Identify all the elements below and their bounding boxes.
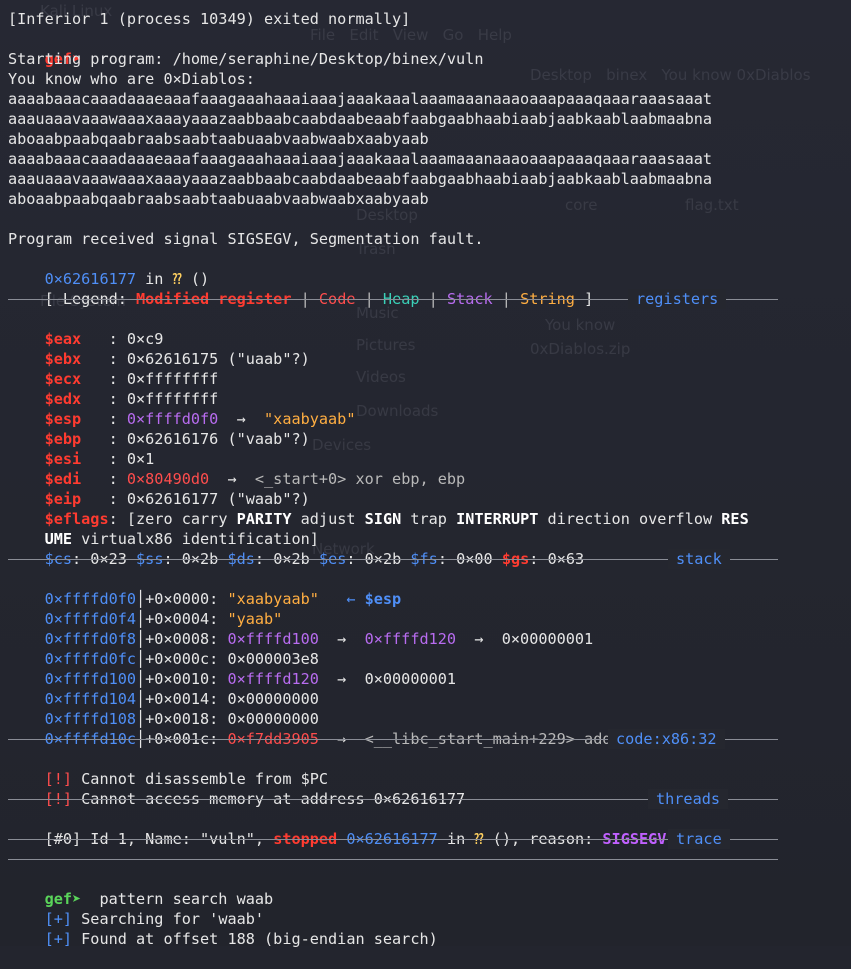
pc-location-line: 0×62616177 in ⁇ () bbox=[8, 249, 210, 288]
flag-resume: RES bbox=[721, 510, 749, 528]
code-error-line: [!] Cannot access memory at address 0×62… bbox=[8, 769, 466, 808]
stack-row: 0×ffffd100│+0×0010: 0×ffffd120 → 0×00000… bbox=[8, 649, 456, 688]
prompt-run-line: gef➤ r bbox=[8, 29, 109, 68]
eflags-text: trap bbox=[401, 510, 457, 528]
bg-ghost-path: Desktop binex You know 0xDiablos bbox=[530, 66, 811, 84]
eflags-line-1: $eflags: [zero carry PARITY adjust SIGN … bbox=[8, 489, 749, 528]
legend-line: [ Legend: Modified register | Code | Hea… bbox=[8, 269, 594, 308]
inferior-exit-line: [Inferior 1 (process 10349) exited norma… bbox=[8, 10, 411, 28]
eflags-text: direction overflow bbox=[538, 510, 722, 528]
register-eax: $eax : 0×c9 bbox=[8, 309, 164, 348]
flag-sign: SIGN bbox=[364, 510, 402, 528]
search-result-line: [+] Found at offset 188 (big-endian sear… bbox=[8, 909, 438, 948]
stack-row: 0×ffffd0f0│+0×0000: "xaabyaab" ← $esp bbox=[8, 569, 402, 608]
stack-pointer: 0×ffffd120 bbox=[364, 630, 457, 648]
register-edx: $edx : 0×ffffffff bbox=[8, 369, 219, 408]
threads-section-title: threads bbox=[648, 789, 729, 809]
bg-ghost-pictures: Pictures bbox=[356, 336, 416, 354]
starting-program-line: Starting program: /home/seraphine/Deskto… bbox=[8, 50, 484, 68]
pattern-line-2: aaauaaavaaawaaaxaaayaaazaabbaabcaabdaabe… bbox=[8, 110, 713, 128]
stack-row: 0×ffffd104│+0×0014: 0×00000000 bbox=[8, 669, 319, 708]
register-esi: $esi : 0×1 bbox=[8, 429, 155, 468]
search-message: Found at offset 188 (big-endian search) bbox=[72, 930, 438, 948]
register-ebp: $ebp : 0×62616176 ("vaab"?) bbox=[8, 409, 310, 448]
bg-ghost-videos: Videos bbox=[356, 368, 406, 386]
flag-interrupt: INTERRUPT bbox=[456, 510, 539, 528]
stack-row: 0×ffffd0f4│+0×0004: "yaab" bbox=[8, 589, 283, 628]
register-esp: $esp : 0×ffffd0f0 → "xaabyaab" bbox=[8, 389, 356, 428]
code-error-line: [!] Cannot disassemble from $PC bbox=[8, 749, 328, 788]
search-result-line: [+] Searching for 'waab' bbox=[8, 889, 264, 928]
arrow-icon: → bbox=[318, 630, 365, 648]
bg-ghost-downloads: Downloads bbox=[356, 402, 439, 420]
stack-value: 0×00000001 bbox=[364, 670, 457, 688]
bg-ghost-flag: flag.txt bbox=[685, 196, 739, 214]
pattern-line-3: aboaabpaabqaabraabsaabtaabuaabvaabwaabxa… bbox=[8, 130, 429, 148]
register-extra: ("uaab"?) bbox=[218, 350, 310, 368]
esp-marker: $esp bbox=[364, 590, 402, 608]
pattern-line-4: aaaabaaacaaadaaaeaaafaaagaaahaaaiaaajaaa… bbox=[8, 150, 713, 168]
bg-ghost-zip: 0xDiablos.zip bbox=[530, 340, 631, 358]
stack-value: 0×00000001 bbox=[501, 630, 594, 648]
stack-divider bbox=[8, 559, 778, 560]
trace-end-divider bbox=[8, 859, 778, 860]
register-edi: $edi : 0×80490d0 → <_start+0> xor ebp, e… bbox=[8, 449, 466, 488]
sigsegv-line: Program received signal SIGSEGV, Segment… bbox=[8, 230, 484, 248]
thread-line: [#0] Id 1, Name: "vuln", stopped 0×62616… bbox=[8, 809, 667, 848]
bg-ghost-youknow: You know bbox=[545, 316, 616, 334]
stack-section-title: stack bbox=[668, 549, 730, 569]
arrow-icon: → bbox=[456, 630, 502, 648]
info-tag: [+] bbox=[44, 930, 73, 948]
pattern-search-command-line: gef➤ pattern search waab bbox=[8, 869, 274, 908]
register-extra: ("vaab"?) bbox=[218, 430, 310, 448]
arrow-icon: → bbox=[318, 670, 365, 688]
trace-section-title: trace bbox=[668, 829, 730, 849]
stack-row: 0×ffffd0fc│+0×000c: 0×000003e8 bbox=[8, 629, 319, 668]
code-section-title: code:x86:32 bbox=[608, 729, 725, 749]
terminal-window[interactable]: Kali Linux File Edit View Go Help Deskto… bbox=[0, 0, 851, 948]
stack-row: 0×ffffd0f8│+0×0008: 0×ffffd100 → 0×ffffd… bbox=[8, 609, 594, 648]
bg-ghost-core: core bbox=[565, 196, 598, 214]
pattern-line-5: aaauaaavaaawaaaxaaayaaazaabbaabcaabdaabe… bbox=[8, 170, 713, 188]
registers-section-title: registers bbox=[628, 289, 727, 309]
stack-row: 0×ffffd108│+0×0018: 0×00000000 bbox=[8, 689, 319, 728]
register-ecx: $ecx : 0×ffffffff bbox=[8, 349, 219, 388]
register-eip: $eip : 0×62616177 ("waab"?) bbox=[8, 469, 310, 508]
pattern-line-1: aaaabaaacaaadaaaeaaafaaagaaahaaaiaaajaaa… bbox=[8, 90, 713, 108]
eflags-line-2: UME virtualx86 identification] bbox=[8, 509, 319, 548]
trace-divider bbox=[8, 839, 778, 840]
register-ebx: $ebx : 0×62616175 ("uaab"?) bbox=[8, 329, 310, 368]
segment-registers-line: $cs: 0×23 $ss: 0×2b $ds: 0×2b $es: 0×2b … bbox=[8, 529, 585, 568]
left-arrow-icon: ← bbox=[318, 590, 365, 608]
program-output-prompt: You know who are 0×Diablos: bbox=[8, 70, 255, 88]
stack-row: 0×ffffd10c│+0×001c: 0×f7dd3905 → <__libc… bbox=[8, 709, 703, 748]
pattern-line-6: aboaabpaabqaabraabsaabtaabuaabvaabwaabxa… bbox=[8, 190, 429, 208]
